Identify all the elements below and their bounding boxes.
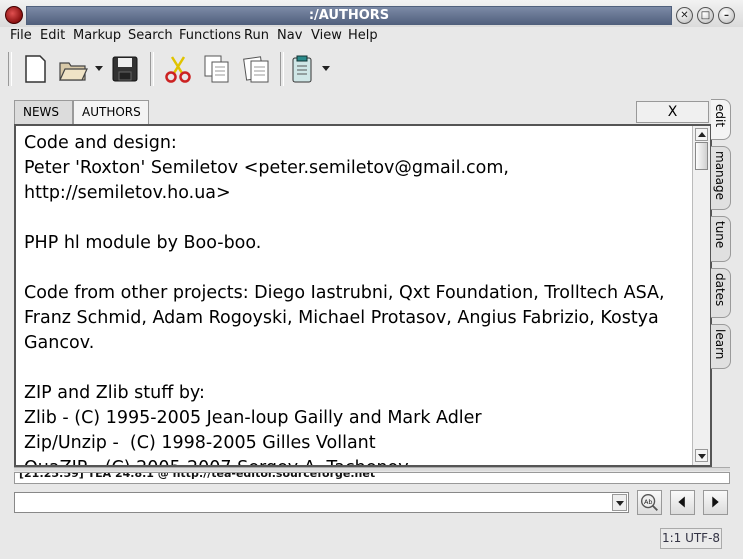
toolbar <box>0 48 743 90</box>
scroll-thumb[interactable] <box>695 142 708 170</box>
fif-dropdown-icon[interactable] <box>612 494 627 511</box>
app-icon[interactable] <box>5 6 23 24</box>
menu-view[interactable]: View <box>311 28 342 43</box>
open-folder-icon[interactable] <box>57 53 89 85</box>
editor: Code and design: Peter 'Roxton' Semileto… <box>14 124 712 467</box>
new-file-icon[interactable] <box>19 53 51 85</box>
save-icon[interactable] <box>109 53 141 85</box>
menu-markup[interactable]: Markup <box>73 28 121 43</box>
minimize-window-button[interactable]: – <box>718 7 735 24</box>
maximize-window-button[interactable]: □ <box>697 7 714 24</box>
svg-text:Ab: Ab <box>644 498 653 506</box>
side-tab-manage[interactable]: manage <box>711 146 731 210</box>
menu-search[interactable]: Search <box>128 28 173 43</box>
menu-run[interactable]: Run <box>244 28 269 43</box>
tab-news[interactable]: NEWS <box>14 100 73 124</box>
side-tab-dates[interactable]: dates <box>711 268 731 318</box>
clipboard-icon[interactable] <box>287 53 319 85</box>
scroll-up-icon[interactable] <box>695 128 708 141</box>
cut-icon[interactable] <box>162 53 194 85</box>
window-title: :/AUTHORS <box>26 6 672 25</box>
menu-nav[interactable]: Nav <box>277 28 302 43</box>
paste-icon[interactable] <box>240 53 272 85</box>
menu-edit[interactable]: Edit <box>40 28 65 43</box>
side-tab-learn[interactable]: learn <box>711 324 731 369</box>
toolbar-separator-2 <box>280 52 284 86</box>
vertical-scrollbar[interactable] <box>692 126 710 465</box>
menu-functions[interactable]: Functions <box>179 28 241 43</box>
toolbar-separator <box>150 52 154 86</box>
toolbar-grip[interactable] <box>8 52 12 86</box>
scroll-down-icon[interactable] <box>695 449 708 462</box>
close-window-button[interactable]: ✕ <box>676 7 693 24</box>
log-splitter[interactable] <box>14 467 730 471</box>
clipboard-dropdown-icon[interactable] <box>322 66 330 71</box>
find-next-button[interactable] <box>703 490 728 515</box>
editor-text-area[interactable]: Code and design: Peter 'Roxton' Semileto… <box>24 131 694 465</box>
menu-bar: File Edit Markup Search Functions Run Na… <box>0 27 743 47</box>
menu-file[interactable]: File <box>10 28 32 43</box>
side-tab-tune[interactable]: tune <box>711 216 731 262</box>
menu-help[interactable]: Help <box>348 28 378 43</box>
open-recent-dropdown-icon[interactable] <box>95 66 103 71</box>
copy-icon[interactable] <box>201 53 233 85</box>
tab-authors[interactable]: AUTHORS <box>73 100 149 124</box>
match-case-button[interactable]: Ab <box>637 490 662 515</box>
log-message: [21:25:59] TEA 24.8.1 @ http://tea-edito… <box>19 472 376 480</box>
log-panel: [21:25:59] TEA 24.8.1 @ http://tea-edito… <box>14 472 730 484</box>
status-position-encoding: 1:1 UTF-8 <box>660 528 722 549</box>
fif-input[interactable] <box>14 492 629 513</box>
close-document-button[interactable]: X <box>636 101 709 123</box>
find-previous-button[interactable] <box>670 490 695 515</box>
side-tab-edit[interactable]: edit <box>711 99 731 140</box>
